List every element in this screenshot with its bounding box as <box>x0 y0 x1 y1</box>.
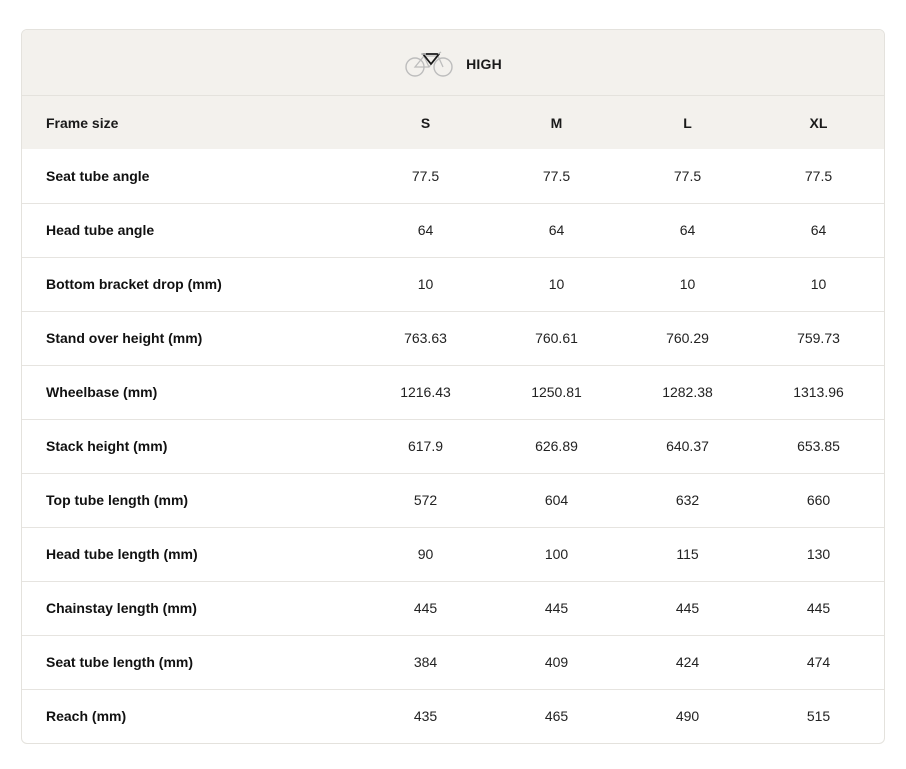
row-label: Reach (mm) <box>46 708 127 725</box>
table-cell: 445 <box>413 600 438 616</box>
table-cell: 445 <box>544 600 569 616</box>
table-cell: 77.5 <box>804 167 833 184</box>
table-cell: 1282.38 <box>662 384 713 400</box>
size-header-s: S <box>420 114 431 131</box>
table-cell: 617.9 <box>407 438 444 454</box>
size-header-l: L <box>683 114 692 131</box>
table-cell: 760.29 <box>666 330 709 346</box>
table-cell: 759.73 <box>797 330 840 346</box>
bicycle-icon <box>404 49 454 77</box>
table-cell: 10 <box>417 276 434 292</box>
table-row: Reach (mm) 435 465 490 515 <box>22 689 884 743</box>
table-cell: 763.63 <box>404 330 447 346</box>
geometry-card: HIGH Frame size S M L XL Seat tube angle… <box>21 29 885 744</box>
table-cell: 64 <box>810 222 827 238</box>
row-label: Stand over height (mm) <box>46 330 203 346</box>
table-cell: 90 <box>417 546 434 562</box>
row-label: Bottom bracket drop (mm) <box>46 276 222 292</box>
geometry-title: HIGH <box>466 55 502 72</box>
table-header-row: Frame size S M L XL <box>22 96 884 149</box>
row-label: Head tube angle <box>46 222 155 238</box>
table-cell: 490 <box>675 708 700 725</box>
table-row: Head tube length (mm) 90 100 115 130 <box>22 527 884 581</box>
size-header-xl: XL <box>809 114 828 131</box>
table-cell: 474 <box>806 654 831 670</box>
geometry-table: Frame size S M L XL Seat tube angle 77.5 7… <box>22 96 884 743</box>
table-cell: 64 <box>548 222 565 238</box>
size-header-m: M <box>550 114 563 131</box>
table-cell: 409 <box>544 654 569 670</box>
table-cell: 465 <box>544 708 569 725</box>
table-cell: 10 <box>548 276 565 292</box>
table-row: Stack height (mm) 617.9 626.89 640.37 653.85 <box>22 419 884 473</box>
table-cell: 653.85 <box>797 438 840 454</box>
table-cell: 626.89 <box>535 438 578 454</box>
table-cell: 77.5 <box>673 167 702 184</box>
table-cell: 64 <box>417 222 434 238</box>
table-cell: 640.37 <box>666 438 709 454</box>
table-cell: 10 <box>679 276 696 292</box>
table-cell: 64 <box>679 222 696 238</box>
table-cell: 1313.96 <box>793 384 844 400</box>
table-row: Seat tube length (mm) 384 409 424 474 <box>22 635 884 689</box>
table-row: Seat tube angle 77.5 77.5 77.5 77.5 <box>22 149 884 203</box>
table-row: Stand over height (mm) 763.63 760.61 760.29… <box>22 311 884 365</box>
table-row: Head tube angle 64 64 64 64 <box>22 203 884 257</box>
table-cell: 115 <box>676 546 699 562</box>
table-cell: 604 <box>544 492 569 508</box>
row-label: Chainstay length (mm) <box>46 600 197 616</box>
row-label: Top tube length (mm) <box>46 492 189 508</box>
table-cell: 572 <box>413 492 438 508</box>
row-label: Wheelbase (mm) <box>46 384 158 400</box>
table-cell: 1216.43 <box>400 384 451 400</box>
table-cell: 435 <box>413 708 438 725</box>
frame-size-header: Frame size <box>46 114 119 131</box>
table-body: Seat tube angle 77.5 77.5 77.5 77.5 Head tube… <box>22 149 884 743</box>
table-cell: 760.61 <box>535 330 578 346</box>
table-cell: 77.5 <box>411 167 440 184</box>
table-cell: 1250.81 <box>531 384 582 400</box>
table-cell: 130 <box>806 546 831 562</box>
table-cell: 77.5 <box>542 167 571 184</box>
table-row: Top tube length (mm) 572 604 632 660 <box>22 473 884 527</box>
table-cell: 632 <box>675 492 700 508</box>
table-cell: 445 <box>675 600 700 616</box>
table-row: Chainstay length (mm) 445 445 445 445 <box>22 581 884 635</box>
row-label: Seat tube length (mm) <box>46 654 194 670</box>
table-cell: 660 <box>806 492 831 508</box>
table-row: Bottom bracket drop (mm) 10 10 10 10 <box>22 257 884 311</box>
table-cell: 515 <box>806 708 831 725</box>
table-cell: 100 <box>544 546 569 562</box>
table-row: Wheelbase (mm) 1216.43 1250.81 1282.38 1313.… <box>22 365 884 419</box>
row-label: Stack height (mm) <box>46 438 168 454</box>
table-cell: 384 <box>413 654 438 670</box>
table-cell: 445 <box>806 600 831 616</box>
row-label: Head tube length (mm) <box>46 546 198 562</box>
table-cell: 424 <box>675 654 700 670</box>
table-cell: 10 <box>810 276 827 292</box>
row-label: Seat tube angle <box>46 167 150 184</box>
geometry-header: HIGH <box>22 30 884 96</box>
